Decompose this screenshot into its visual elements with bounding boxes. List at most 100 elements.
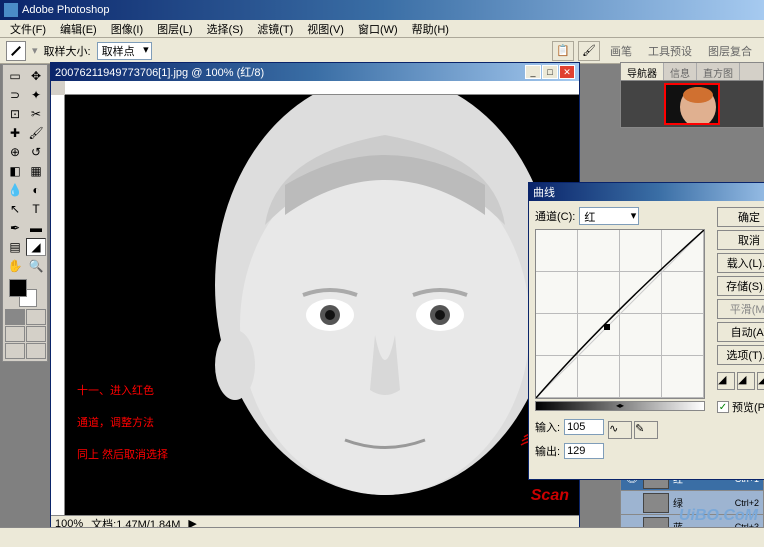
- app-statusbar: [0, 527, 764, 547]
- maximize-button[interactable]: □: [542, 65, 558, 79]
- load-button[interactable]: 载入(L)...: [717, 253, 764, 273]
- marquee-tool[interactable]: ▭: [5, 67, 25, 85]
- dodge-tool[interactable]: ◐: [26, 181, 46, 199]
- annotation-text: 十一、进入红色 通道，调整方法 同上 然后取消选择: [77, 375, 168, 471]
- doc-titlebar[interactable]: 20076211949773706[1].jpg @ 100% (红/8) _ …: [51, 63, 579, 81]
- menu-image[interactable]: 图像(I): [105, 19, 149, 39]
- notes-tool[interactable]: ▤: [5, 238, 25, 256]
- hand-tool[interactable]: ✋: [5, 257, 25, 275]
- history-brush-tool[interactable]: ↺: [26, 143, 46, 161]
- black-point-eyedropper[interactable]: ◢: [717, 372, 735, 390]
- app-title: Adobe Photoshop: [22, 4, 109, 16]
- preview-checkbox[interactable]: ✓: [717, 401, 729, 413]
- color-swatch[interactable]: [3, 277, 47, 307]
- gradient-bar[interactable]: ◂▸: [535, 401, 705, 411]
- curve-line: [536, 230, 704, 398]
- move-tool[interactable]: ✥: [26, 67, 46, 85]
- scan-watermark: Scan: [531, 487, 569, 505]
- menu-help[interactable]: 帮助(H): [406, 19, 455, 39]
- options-bar: ▾ 取样大小: 取样点 📋 🖌 画笔 工具预设 图层复合: [0, 38, 764, 64]
- tab-navigator[interactable]: 导航器: [621, 63, 664, 80]
- eyedropper-tool-icon[interactable]: [6, 41, 26, 61]
- menu-file[interactable]: 文件(F): [4, 19, 52, 39]
- blur-tool[interactable]: 💧: [5, 181, 25, 199]
- heal-tool[interactable]: ✚: [5, 124, 25, 142]
- options-button[interactable]: 选项(T)...: [717, 345, 764, 365]
- opt-tab-preset[interactable]: 工具预设: [642, 41, 698, 61]
- tab-histogram[interactable]: 直方图: [697, 63, 740, 80]
- output-value[interactable]: [564, 443, 604, 459]
- gray-point-eyedropper[interactable]: ◢: [737, 372, 755, 390]
- channel-select[interactable]: 红: [579, 207, 639, 225]
- portrait-image: [115, 95, 575, 515]
- menu-layer[interactable]: 图层(L): [151, 19, 198, 39]
- wand-tool[interactable]: ✦: [26, 86, 46, 104]
- menu-filter[interactable]: 滤镜(T): [251, 19, 299, 39]
- menu-select[interactable]: 选择(S): [201, 19, 250, 39]
- eraser-tool[interactable]: ◧: [5, 162, 25, 180]
- site-watermark: UiBO.CoM: [679, 507, 758, 525]
- close-button[interactable]: ✕: [559, 65, 575, 79]
- curve-mode-spline[interactable]: ∿: [608, 421, 632, 439]
- screen-mode-3[interactable]: [5, 343, 25, 359]
- app-titlebar: Adobe Photoshop: [0, 0, 764, 20]
- curves-titlebar[interactable]: 曲线 ✕: [529, 183, 764, 201]
- screen-mode-2[interactable]: [26, 326, 46, 342]
- ok-button[interactable]: 确定: [717, 207, 764, 227]
- sample-size-select[interactable]: 取样点: [97, 42, 152, 60]
- navigator-panel: 导航器 信息 直方图: [620, 62, 764, 128]
- pen-tool[interactable]: ✒: [5, 219, 25, 237]
- opt-tab-layercomp[interactable]: 图层复合: [702, 41, 758, 61]
- visibility-icon[interactable]: [625, 496, 639, 510]
- input-label: 输入:: [535, 419, 560, 435]
- auto-button[interactable]: 自动(A): [717, 322, 764, 342]
- gradient-tool[interactable]: ▦: [26, 162, 46, 180]
- curves-dialog: 曲线 ✕ 通道(C): 红 ◂▸: [528, 182, 764, 480]
- zoom-tool[interactable]: 🔍: [26, 257, 46, 275]
- imageready-jump[interactable]: [26, 343, 46, 359]
- toolbox: ▭ ✥ ⊃ ✦ ⊡ ✂ ✚ 🖌 ⊕ ↺ ◧ ▦ 💧 ◐ ↖ T ✒ ▬ ▤ ◢ …: [2, 64, 48, 362]
- curve-point[interactable]: [604, 324, 610, 330]
- minimize-button[interactable]: _: [525, 65, 541, 79]
- brush-preset-icon[interactable]: 🖌: [578, 41, 600, 61]
- opt-tab-brush[interactable]: 画笔: [604, 41, 638, 61]
- ruler-vertical: [51, 95, 65, 515]
- menu-edit[interactable]: 编辑(E): [54, 19, 103, 39]
- foreground-color[interactable]: [9, 279, 27, 297]
- curves-title: 曲线: [533, 184, 555, 200]
- shape-tool[interactable]: ▬: [26, 219, 46, 237]
- channel-label: 通道(C):: [535, 208, 575, 224]
- output-label: 输出:: [535, 443, 560, 459]
- tab-info[interactable]: 信息: [664, 63, 697, 80]
- cancel-button[interactable]: 取消: [717, 230, 764, 250]
- menubar: 文件(F) 编辑(E) 图像(I) 图层(L) 选择(S) 滤镜(T) 视图(V…: [0, 20, 764, 38]
- white-point-eyedropper[interactable]: ◢: [757, 372, 764, 390]
- sample-size-label: 取样大小:: [44, 43, 91, 59]
- canvas[interactable]: 十一、进入红色 通道，调整方法 同上 然后取消选择 Scan: [65, 95, 579, 515]
- crop-tool[interactable]: ⊡: [5, 105, 25, 123]
- eyedropper-tool[interactable]: ◢: [26, 238, 46, 256]
- save-button[interactable]: 存储(S)...: [717, 276, 764, 296]
- brush-tool[interactable]: 🖌: [26, 124, 46, 142]
- menu-view[interactable]: 视图(V): [301, 19, 350, 39]
- lasso-tool[interactable]: ⊃: [5, 86, 25, 104]
- quickmask-mode[interactable]: [26, 309, 46, 325]
- slice-tool[interactable]: ✂: [26, 105, 46, 123]
- menu-window[interactable]: 窗口(W): [352, 19, 404, 39]
- doc-title: 20076211949773706[1].jpg @ 100% (红/8): [55, 64, 264, 80]
- curve-mode-pencil[interactable]: ✎: [634, 421, 658, 439]
- preview-label: 预览(P): [732, 399, 764, 415]
- workspace: ▭ ✥ ⊃ ✦ ⊡ ✂ ✚ 🖌 ⊕ ↺ ◧ ▦ 💧 ◐ ↖ T ✒ ▬ ▤ ◢ …: [0, 64, 764, 527]
- curve-graph[interactable]: [535, 229, 705, 399]
- screen-mode-1[interactable]: [5, 326, 25, 342]
- app-icon: [4, 3, 18, 17]
- type-tool[interactable]: T: [26, 200, 46, 218]
- palette-well-icon[interactable]: 📋: [552, 41, 574, 61]
- path-tool[interactable]: ↖: [5, 200, 25, 218]
- stamp-tool[interactable]: ⊕: [5, 143, 25, 161]
- input-value[interactable]: [564, 419, 604, 435]
- navigator-preview[interactable]: [621, 81, 763, 127]
- document-window: 20076211949773706[1].jpg @ 100% (红/8) _ …: [50, 62, 580, 530]
- smooth-button: 平滑(M): [717, 299, 764, 319]
- standard-mode[interactable]: [5, 309, 25, 325]
